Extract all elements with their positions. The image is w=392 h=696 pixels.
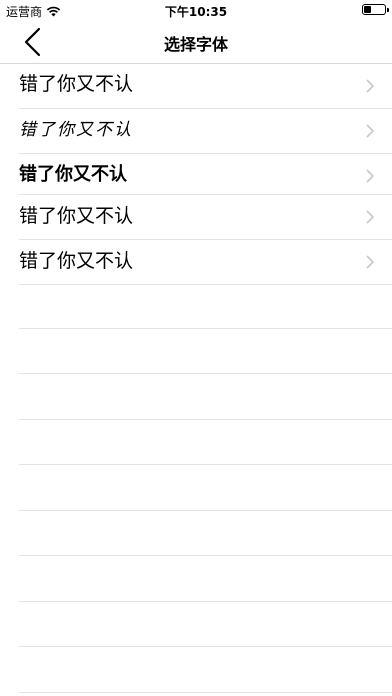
chevron-right-icon (366, 255, 374, 269)
font-sample-text: 错了你又不认 (19, 164, 127, 185)
font-sample-text: 错了你又不认 (19, 250, 134, 272)
chevron-right-icon (366, 124, 374, 138)
row-separator (19, 646, 392, 647)
navigation-bar: 选择字体 (0, 20, 392, 64)
font-sample-text: 错了你又不认 (19, 120, 133, 139)
row-separator (19, 419, 392, 420)
row-separator (19, 601, 392, 602)
row-separator (19, 328, 392, 329)
font-list: 错了你又不认 错了你又不认 错了你又不认 错了你又不认 错了你又不认 (0, 64, 392, 285)
chevron-right-icon (366, 79, 374, 93)
status-bar: 运营商 下午10:35 (0, 0, 392, 20)
battery-icon (362, 4, 389, 15)
font-option-1[interactable]: 错了你又不认 (19, 64, 392, 109)
row-separator (19, 510, 392, 511)
font-option-3[interactable]: 错了你又不认 (19, 154, 392, 195)
status-time: 下午10:35 (164, 5, 228, 19)
row-separator (19, 373, 392, 374)
font-sample-text: 错了你又不认 (19, 205, 134, 227)
font-sample-text: 错了你又不认 (19, 74, 134, 95)
chevron-right-icon (366, 169, 374, 183)
row-separator (19, 464, 392, 465)
page-title: 选择字体 (163, 35, 228, 54)
battery-level (364, 6, 371, 13)
font-option-2[interactable]: 错了你又不认 (19, 109, 392, 154)
chevron-right-icon (366, 210, 374, 224)
row-separator (19, 555, 392, 556)
row-separator (19, 692, 392, 693)
font-option-5[interactable]: 错了你又不认 (19, 240, 392, 285)
font-option-4[interactable]: 错了你又不认 (19, 195, 392, 240)
empty-table-area (19, 283, 392, 696)
